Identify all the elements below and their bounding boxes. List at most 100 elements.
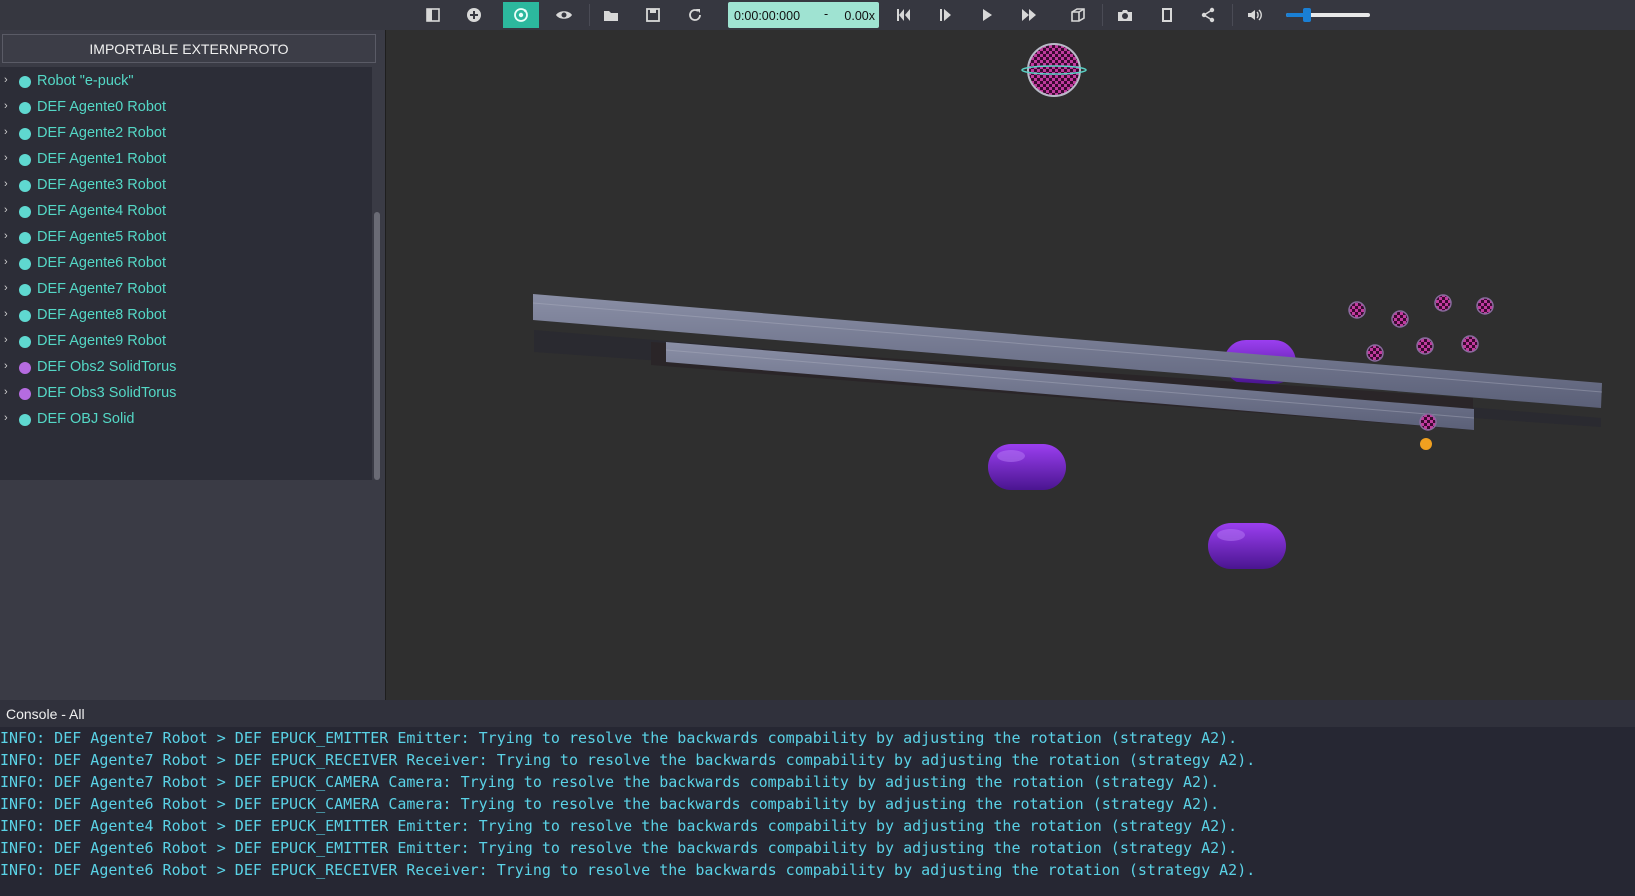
robot-node-icon	[19, 206, 31, 218]
chevron-right-icon[interactable]: ›	[4, 334, 8, 346]
console-line: INFO: DEF Agente6 Robot > DEF EPUCK_EMIT…	[0, 839, 1238, 857]
console-header: Console - All	[0, 700, 1635, 727]
scene-tree-item-label: DEF Agente0 Robot	[37, 99, 166, 115]
robot-node-icon	[19, 154, 31, 166]
chevron-right-icon[interactable]: ›	[4, 386, 8, 398]
scene-tree-item-label: DEF OBJ Solid	[37, 411, 135, 427]
scene-tree-item[interactable]: › DEF Agente8 Robot	[0, 303, 372, 329]
scene-tree-scrollbar[interactable]	[372, 67, 382, 480]
scene-tree-item-label: DEF Agente8 Robot	[37, 307, 166, 323]
volume-slider[interactable]	[1286, 6, 1370, 24]
camera-icon[interactable]	[1107, 2, 1143, 28]
scene-tree-item-label: DEF Agente5 Robot	[37, 229, 166, 245]
console-panel: Console - All INFO: DEF Agente7 Robot > …	[0, 700, 1635, 896]
scene-tree-item-label: DEF Obs2 SolidTorus	[37, 359, 177, 375]
scene-tree-panel: IMPORTABLE EXTERNPROTO › Robot "e-puck" › D…	[0, 30, 385, 700]
scene-tree-item[interactable]: › DEF Obs3 SolidTorus	[0, 381, 372, 407]
chevron-right-icon[interactable]: ›	[4, 230, 8, 242]
chevron-right-icon[interactable]: ›	[4, 204, 8, 216]
scene-tree-item[interactable]: › DEF Agente0 Robot	[0, 95, 372, 121]
scene-tree-item[interactable]: › DEF Agente9 Robot	[0, 329, 372, 355]
chevron-right-icon[interactable]: ›	[4, 256, 8, 268]
scene-tree-item-label: DEF Agente4 Robot	[37, 203, 166, 219]
console-line: INFO: DEF Agente6 Robot > DEF EPUCK_RECE…	[0, 861, 1256, 879]
robot-node-icon	[19, 414, 31, 426]
eye-icon[interactable]	[546, 2, 582, 28]
scene-tree-item-label: Robot "e-puck"	[37, 73, 134, 89]
3d-viewport[interactable]	[385, 30, 1635, 700]
scene-tree-item-label: DEF Agente2 Robot	[37, 125, 166, 141]
console-title: Console - All	[6, 706, 85, 722]
robot-node-icon	[19, 310, 31, 322]
plus-circle-icon[interactable]	[456, 2, 492, 28]
folder-icon[interactable]	[593, 2, 629, 28]
toolbar-separator	[1232, 4, 1233, 26]
chevron-right-icon[interactable]: ›	[4, 74, 8, 86]
chevron-right-icon[interactable]: ›	[4, 126, 8, 138]
scene-tree-item-label: DEF Obs3 SolidTorus	[37, 385, 177, 401]
scene-tree-item[interactable]: › DEF Agente6 Robot	[0, 251, 372, 277]
chevron-right-icon[interactable]: ›	[4, 178, 8, 190]
chevron-right-icon[interactable]: ›	[4, 282, 8, 294]
robot-node-icon	[19, 76, 31, 88]
share-icon[interactable]	[1190, 2, 1226, 28]
console-line: INFO: DEF Agente6 Robot > DEF EPUCK_CAME…	[0, 795, 1220, 813]
time-separator: -	[824, 7, 829, 21]
scene-tree-item[interactable]: › DEF Agente5 Robot	[0, 225, 372, 251]
play-icon[interactable]	[969, 2, 1005, 28]
obstacle-capsule	[1208, 523, 1286, 569]
obstacle-capsule	[988, 444, 1066, 490]
scene-tree-item[interactable]: › DEF OBJ Solid	[0, 407, 372, 433]
simulation-time-display: 0:00:00:000 - 0.00x	[728, 2, 879, 28]
target-object	[1021, 43, 1087, 97]
chevron-right-icon[interactable]: ›	[4, 308, 8, 320]
skip-back-icon[interactable]	[885, 2, 921, 28]
cube-icon[interactable]	[1060, 2, 1096, 28]
ball-object	[1420, 438, 1432, 450]
solid-node-icon	[19, 388, 31, 400]
chevron-right-icon[interactable]: ›	[4, 360, 8, 372]
scene-tree-item-label: DEF Agente3 Robot	[37, 177, 166, 193]
robot-node-icon	[19, 102, 31, 114]
film-icon[interactable]	[1149, 2, 1185, 28]
toolbar-separator	[589, 4, 590, 26]
console-line: INFO: DEF Agente7 Robot > DEF EPUCK_EMIT…	[0, 729, 1238, 747]
chevron-right-icon[interactable]: ›	[4, 412, 8, 424]
toolbar-separator	[1102, 4, 1103, 26]
chevron-right-icon[interactable]: ›	[4, 100, 8, 112]
scene-tree-item[interactable]: › DEF Agente4 Robot	[0, 199, 372, 225]
scene-tree-item[interactable]: › DEF Agente7 Robot	[0, 277, 372, 303]
scene-render	[532, 43, 1603, 569]
scene-tree-list: › Robot "e-puck" › DEF Agente0 Robot › DEF Ag…	[0, 67, 372, 480]
robot-node-icon	[19, 284, 31, 296]
console-line: INFO: DEF Agente4 Robot > DEF EPUCK_EMIT…	[0, 817, 1238, 835]
scene-tree-item-label: DEF Agente9 Robot	[37, 333, 166, 349]
console-line: INFO: DEF Agente7 Robot > DEF EPUCK_RECE…	[0, 751, 1256, 769]
sidebar-icon[interactable]	[415, 2, 451, 28]
step-icon[interactable]	[927, 2, 963, 28]
scene-tree-item[interactable]: › Robot "e-puck"	[0, 69, 372, 95]
platform-planks	[532, 294, 1603, 430]
fast-forward-icon[interactable]	[1011, 2, 1047, 28]
volume-knob[interactable]	[1303, 8, 1311, 22]
scene-tree-item-label: DEF Agente7 Robot	[37, 281, 166, 297]
reload-icon[interactable]	[677, 2, 713, 28]
robot-node-icon	[19, 258, 31, 270]
robot-node-icon	[19, 180, 31, 192]
save-icon[interactable]	[635, 2, 671, 28]
scene-tree-item-label: DEF Agente1 Robot	[37, 151, 166, 167]
simulation-time: 0:00:00:000	[734, 9, 801, 23]
scene-tree-item[interactable]: › DEF Agente2 Robot	[0, 121, 372, 147]
scene-tree-item-label: DEF Agente6 Robot	[37, 255, 166, 271]
importable-externproto-button[interactable]: IMPORTABLE EXTERNPROTO	[2, 34, 376, 63]
rotate-view-icon[interactable]	[503, 2, 539, 28]
chevron-right-icon[interactable]: ›	[4, 152, 8, 164]
scene-tree-item[interactable]: › DEF Obs2 SolidTorus	[0, 355, 372, 381]
scene-tree-item[interactable]: › DEF Agente3 Robot	[0, 173, 372, 199]
volume-icon[interactable]	[1237, 2, 1273, 28]
scene-tree-item[interactable]: › DEF Agente1 Robot	[0, 147, 372, 173]
simulation-speed: 0.00x	[844, 9, 875, 23]
scrollbar-thumb[interactable]	[374, 212, 380, 480]
console-line: INFO: DEF Agente7 Robot > DEF EPUCK_CAME…	[0, 773, 1220, 791]
robot-node-icon	[19, 128, 31, 140]
